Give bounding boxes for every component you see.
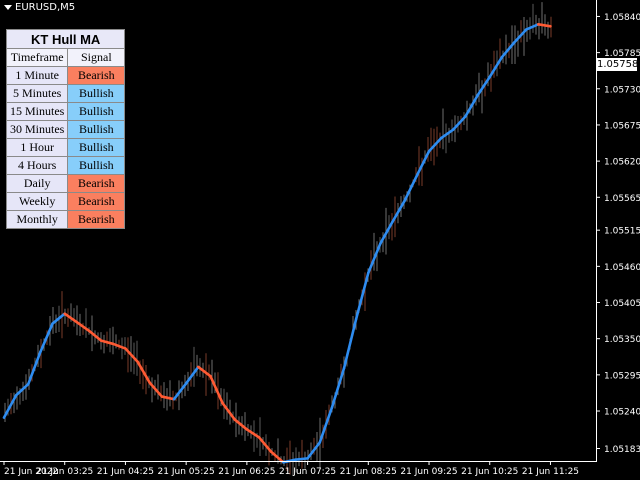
- hull-ma-segment: [403, 174, 419, 202]
- timeframe-cell: 5 Minutes: [5, 84, 69, 103]
- y-tick-label: 1.05350: [604, 335, 640, 345]
- x-tick-label: 21 Jun 03:25: [36, 467, 93, 477]
- dropdown-triangle-icon[interactable]: [4, 5, 12, 10]
- timeframe-cell: 15 Minutes: [5, 102, 69, 121]
- timeframe-cell: 1 Hour: [5, 138, 69, 157]
- timeframe-cell: Monthly: [5, 210, 69, 229]
- signal-cell: Bullish: [67, 84, 126, 103]
- signal-cell: Bullish: [67, 120, 126, 139]
- y-tick-label: 1.05240: [604, 408, 640, 418]
- hull-ma-segment: [354, 271, 370, 321]
- hull-ma-segment: [124, 347, 139, 363]
- signal-row: Weekly Bearish: [5, 192, 126, 211]
- timeframe-cell: 1 Minute: [5, 66, 69, 85]
- hull-ma-segment: [379, 220, 394, 245]
- hull-ma-segment: [99, 339, 115, 346]
- timeframe-cell: Daily: [5, 174, 69, 193]
- symbol-title[interactable]: EURUSD,M5: [4, 2, 75, 13]
- y-tick-label: 1.05620: [604, 158, 640, 168]
- signal-row: Daily Bearish: [5, 174, 126, 193]
- signal-row: 15 Minutes Bullish: [5, 102, 126, 121]
- hull-ma-segment: [294, 457, 309, 461]
- signal-header: Signal: [67, 48, 126, 67]
- timeframe-cell: Weekly: [5, 192, 69, 211]
- hull-ma-signal-panel: KT Hull MA Timeframe Signal 1 Minute Bear…: [5, 29, 126, 229]
- y-tick-label: 1.05515: [604, 227, 640, 237]
- x-tick-label: 21 Jun 04:25: [97, 467, 154, 477]
- signal-cell: Bullish: [67, 102, 126, 121]
- y-tick-label: 1.05460: [604, 263, 640, 273]
- time-axis: 21 Jun 202221 Jun 03:25 21 Jun 04:25 21 Ju…: [3, 461, 579, 477]
- x-tick-label: 21 Jun 05:25: [158, 467, 215, 477]
- signal-row: 5 Minutes Bullish: [5, 84, 126, 103]
- signal-cell: Bearish: [67, 66, 126, 85]
- timeframe-cell: 4 Hours: [5, 156, 69, 175]
- signal-cell: Bearish: [67, 210, 126, 229]
- y-tick-label: 1.05840: [604, 13, 640, 23]
- hull-ma-segment: [172, 382, 188, 401]
- signal-cell: Bearish: [67, 174, 126, 193]
- x-tick-label: 21 Jun 06:25: [218, 467, 275, 477]
- hull-ma-segment: [342, 317, 358, 370]
- hull-ma-segment: [330, 366, 346, 410]
- signal-cell: Bearish: [67, 192, 126, 211]
- signal-cell: Bullish: [67, 156, 126, 175]
- current-price-label: 1.05758: [597, 58, 639, 71]
- hull-ma-segment: [391, 199, 407, 223]
- panel-title: KT Hull MA: [5, 29, 126, 49]
- x-tick-label: 21 Jun 08:25: [340, 467, 397, 477]
- hull-ma-segment: [537, 23, 552, 28]
- hull-ma-segment: [136, 360, 152, 385]
- y-tick-label: 1.05675: [604, 121, 640, 131]
- price-axis: 1.05183 1.05240 1.05295 1.05350 1.05405 1.054…: [596, 13, 640, 455]
- x-tick-label: 21 Jun 09:25: [400, 467, 457, 477]
- signal-row: Monthly Bearish: [5, 210, 126, 229]
- x-tick-label: 21 Jun 07:25: [279, 467, 336, 477]
- signal-row: 1 Hour Bullish: [5, 138, 126, 157]
- timeframe-header: Timeframe: [5, 48, 69, 67]
- y-tick-label: 1.05730: [604, 85, 640, 95]
- y-tick-label: 1.05183: [604, 445, 640, 455]
- signal-row: 4 Hours Bullish: [5, 156, 126, 175]
- symbol-label: EURUSD,M5: [15, 2, 76, 13]
- hull-ma-segment: [26, 350, 42, 386]
- y-tick-label: 1.05405: [604, 299, 640, 309]
- x-tick-label: 21 Jun 11:25: [522, 467, 579, 477]
- y-tick-label: 1.05565: [604, 194, 640, 204]
- signal-cell: Bullish: [67, 138, 126, 157]
- hull-ma-segment: [39, 322, 54, 354]
- timeframe-cell: 30 Minutes: [5, 120, 69, 139]
- signal-row: 30 Minutes Bullish: [5, 120, 126, 139]
- x-tick-label: 21 Jun 10:25: [461, 467, 518, 477]
- y-tick-label: 1.05295: [604, 371, 640, 381]
- signal-row: 1 Minute Bearish: [5, 66, 126, 85]
